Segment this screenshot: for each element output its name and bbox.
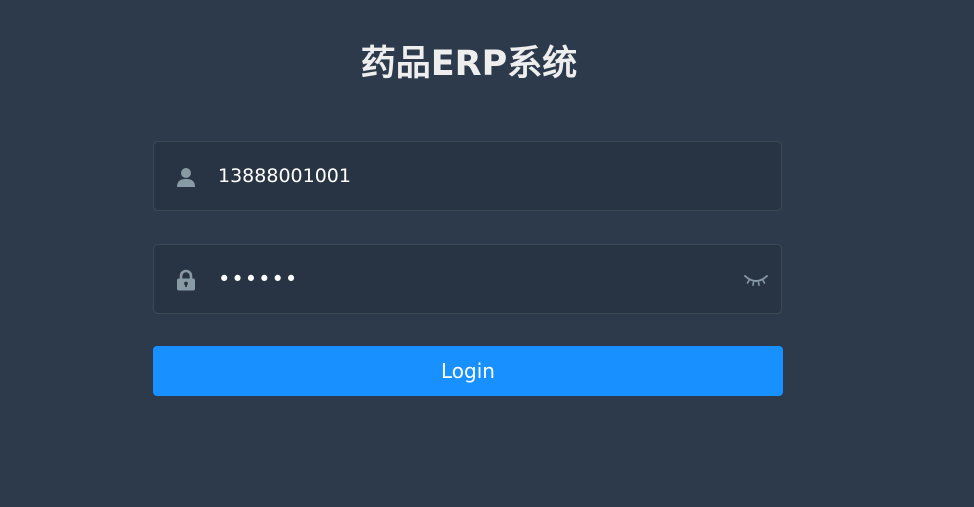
username-field[interactable]: [153, 141, 782, 211]
user-icon: [174, 165, 198, 189]
app-title: 药品ERP系统: [360, 44, 578, 84]
password-input[interactable]: [218, 245, 718, 313]
login-button[interactable]: Login: [153, 346, 783, 396]
username-input[interactable]: [218, 142, 718, 210]
login-container: 药品ERP系统 13888001001 Login: [0, 0, 974, 507]
lock-icon: [174, 268, 198, 292]
eye-closed-icon[interactable]: [743, 267, 769, 291]
password-field[interactable]: [153, 244, 782, 314]
